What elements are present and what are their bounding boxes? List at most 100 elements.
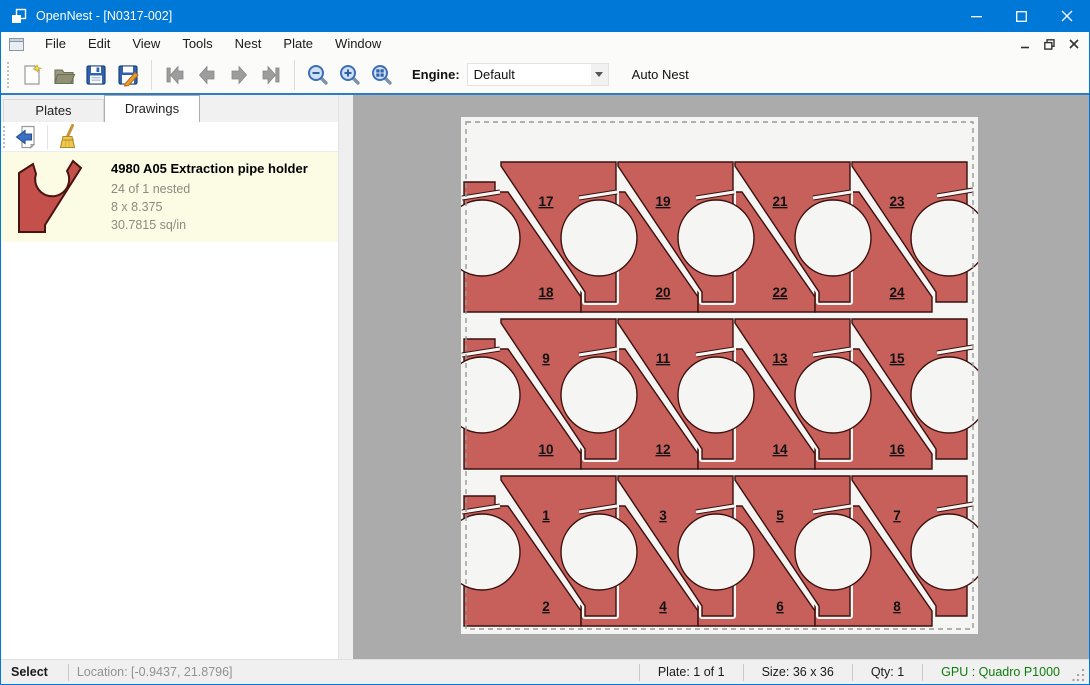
status-separator xyxy=(639,664,640,681)
svg-text:9: 9 xyxy=(542,351,550,366)
svg-text:3: 3 xyxy=(659,508,667,523)
zoom-fit-button[interactable] xyxy=(366,60,398,90)
tab-strip: Plates Drawings xyxy=(1,95,338,122)
drawing-list: 4980 A05 Extraction pipe holder 24 of 1 … xyxy=(1,152,338,659)
panel-toolbar-gripper[interactable] xyxy=(3,126,6,148)
menu-nest[interactable]: Nest xyxy=(224,32,273,56)
chevron-down-icon[interactable] xyxy=(591,64,608,85)
zoom-in-button[interactable] xyxy=(334,60,366,90)
svg-text:16: 16 xyxy=(889,442,905,457)
side-panel: Plates Drawings xyxy=(1,95,338,659)
zoom-in-icon xyxy=(338,63,362,87)
status-separator xyxy=(922,664,923,681)
drawing-nested-count: 24 of 1 nested xyxy=(111,180,308,198)
svg-text:6: 6 xyxy=(776,599,784,614)
broom-icon xyxy=(55,124,81,150)
svg-text:12: 12 xyxy=(655,442,670,457)
mdi-restore-button[interactable] xyxy=(1044,39,1055,50)
svg-text:5: 5 xyxy=(776,508,784,523)
svg-text:8: 8 xyxy=(893,599,901,614)
clear-drawings-button[interactable] xyxy=(53,123,83,151)
first-arrow-icon xyxy=(163,63,187,87)
status-plate: Plate: 1 of 1 xyxy=(648,665,735,679)
menu-plate[interactable]: Plate xyxy=(272,32,324,56)
tab-drawings[interactable]: Drawings xyxy=(104,95,200,122)
status-separator xyxy=(68,664,69,681)
maximize-button[interactable] xyxy=(999,0,1044,32)
drawing-area: 30.7815 sq/in xyxy=(111,216,308,234)
svg-text:7: 7 xyxy=(893,508,901,523)
document-window-icon xyxy=(9,38,24,51)
status-mode: Select xyxy=(1,665,60,679)
svg-text:2: 2 xyxy=(542,599,550,614)
open-button[interactable] xyxy=(48,60,80,90)
svg-text:18: 18 xyxy=(538,285,554,300)
zoom-out-icon xyxy=(306,63,330,87)
title-bar: OpenNest - [N0317-002] xyxy=(1,0,1089,32)
status-gpu: GPU : Quadro P1000 xyxy=(931,665,1070,679)
save-icon xyxy=(84,63,108,87)
mdi-close-button[interactable] xyxy=(1069,39,1079,49)
mdi-close-icon xyxy=(1069,39,1079,49)
drawing-dimensions: 8 x 8.375 xyxy=(111,198,308,216)
toolbar-gripper[interactable] xyxy=(7,62,10,88)
engine-select[interactable]: Default xyxy=(467,63,609,86)
drawing-title: 4980 A05 Extraction pipe holder xyxy=(111,161,308,176)
drawing-list-item[interactable]: 4980 A05 Extraction pipe holder 24 of 1 … xyxy=(1,152,338,242)
menu-window[interactable]: Window xyxy=(324,32,392,56)
mdi-minimize-icon xyxy=(1021,40,1030,49)
new-button[interactable] xyxy=(16,60,48,90)
save-as-button[interactable] xyxy=(112,60,144,90)
svg-text:10: 10 xyxy=(538,442,553,457)
zoom-fit-icon xyxy=(370,63,394,87)
minimize-button[interactable] xyxy=(954,0,999,32)
new-document-icon xyxy=(20,63,44,87)
svg-text:24: 24 xyxy=(889,285,905,300)
auto-nest-button[interactable]: Auto Nest xyxy=(626,63,695,86)
svg-text:17: 17 xyxy=(538,194,553,209)
mdi-minimize-button[interactable] xyxy=(1021,40,1030,49)
mdi-restore-icon xyxy=(1044,39,1055,50)
status-size: Size: 36 x 36 xyxy=(752,665,844,679)
open-folder-icon xyxy=(52,63,76,87)
menu-view[interactable]: View xyxy=(121,32,171,56)
window-title: OpenNest - [N0317-002] xyxy=(36,9,954,23)
app-window: OpenNest - [N0317-002] File Edit View To… xyxy=(0,0,1090,685)
close-button[interactable] xyxy=(1044,0,1089,32)
last-plate-button[interactable] xyxy=(255,60,287,90)
next-plate-button[interactable] xyxy=(223,60,255,90)
first-plate-button[interactable] xyxy=(159,60,191,90)
previous-plate-button[interactable] xyxy=(191,60,223,90)
tab-plates[interactable]: Plates xyxy=(3,99,104,122)
app-icon xyxy=(10,7,28,25)
svg-text:13: 13 xyxy=(772,351,788,366)
status-separator xyxy=(852,664,853,681)
engine-value: Default xyxy=(468,67,591,82)
import-drawing-button[interactable] xyxy=(12,123,42,151)
svg-text:20: 20 xyxy=(655,285,670,300)
nest-canvas[interactable]: 171921231820222491113151012141613572468 xyxy=(353,95,1089,659)
previous-arrow-icon xyxy=(195,63,219,87)
svg-text:15: 15 xyxy=(889,351,905,366)
svg-text:14: 14 xyxy=(772,442,788,457)
drawings-toolbar xyxy=(1,122,338,152)
zoom-out-button[interactable] xyxy=(302,60,334,90)
panel-toolbar-separator xyxy=(47,125,48,149)
svg-text:22: 22 xyxy=(772,285,787,300)
menu-file[interactable]: File xyxy=(34,32,77,56)
svg-text:1: 1 xyxy=(542,508,550,523)
status-separator xyxy=(743,664,744,681)
menu-tools[interactable]: Tools xyxy=(171,32,223,56)
status-bar: Select Location: [-0.9437, 21.8796] Plat… xyxy=(1,659,1089,684)
close-icon xyxy=(1061,10,1073,22)
last-arrow-icon xyxy=(259,63,283,87)
toolbar-separator xyxy=(151,60,152,90)
save-as-icon xyxy=(116,63,140,87)
engine-label: Engine: xyxy=(412,67,460,82)
resize-grip[interactable] xyxy=(1072,665,1086,683)
menu-edit[interactable]: Edit xyxy=(77,32,121,56)
panel-splitter[interactable] xyxy=(338,95,353,659)
svg-text:21: 21 xyxy=(772,194,788,209)
save-button[interactable] xyxy=(80,60,112,90)
status-qty: Qty: 1 xyxy=(861,665,914,679)
